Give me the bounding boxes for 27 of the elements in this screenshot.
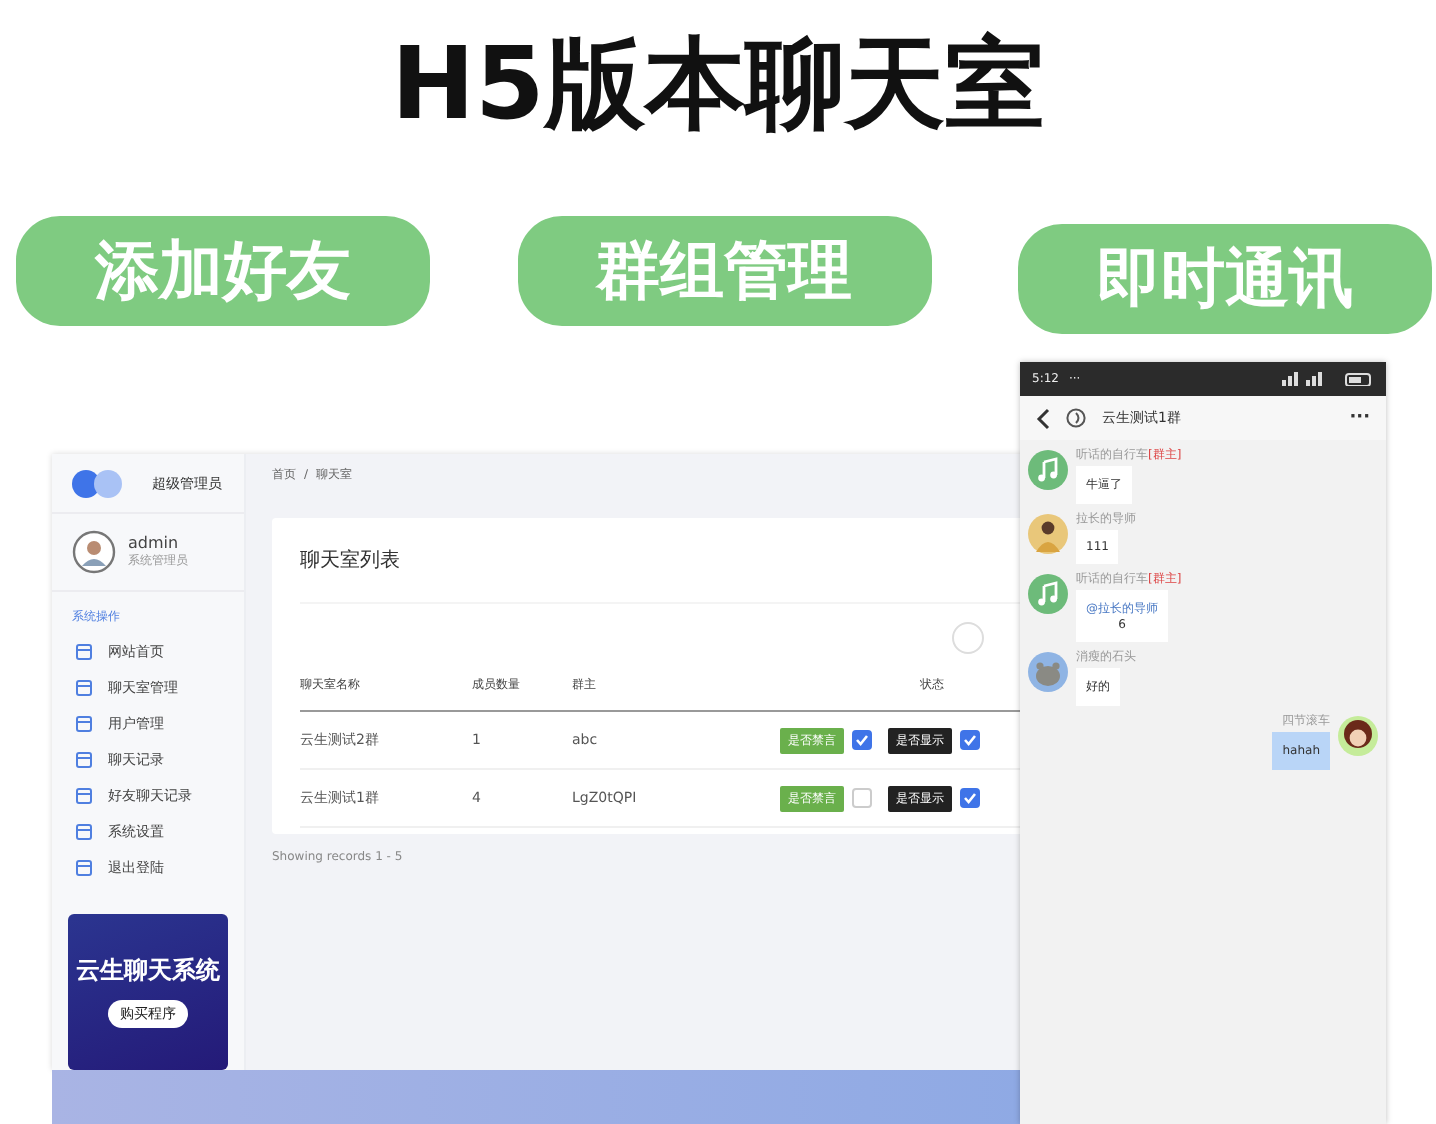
more-button[interactable]: ··· (1349, 408, 1370, 428)
user-name: admin (128, 534, 181, 553)
window-icon (76, 644, 92, 661)
avatar-icon (1028, 514, 1068, 554)
feature-badge: 群组管理 (517, 216, 931, 326)
window-icon (76, 680, 92, 697)
window-icon (76, 716, 92, 733)
promo-title: 云生聊天系统 (74, 956, 222, 988)
window-icon (76, 860, 92, 877)
page-title: H5版本聊天室 (389, 24, 1047, 146)
checkbox[interactable] (960, 788, 980, 808)
window-icon (76, 824, 92, 841)
signal-icon (1282, 372, 1374, 386)
avatar-icon (1028, 450, 1068, 490)
feature-badge: 即时通讯 (1018, 224, 1432, 334)
back-icon[interactable] (1036, 407, 1050, 429)
speaker-icon (1066, 408, 1086, 428)
feature-badge: 添加好友 (16, 216, 430, 326)
avatar-icon (1028, 652, 1068, 692)
window-icon (76, 788, 92, 805)
window-icon (76, 752, 92, 769)
checkbox[interactable] (960, 730, 980, 750)
checkbox[interactable] (852, 730, 872, 750)
avatar-icon (1338, 716, 1378, 756)
avatar-icon (1028, 574, 1068, 614)
avatar-icon (72, 530, 116, 575)
checkbox[interactable] (852, 788, 872, 808)
